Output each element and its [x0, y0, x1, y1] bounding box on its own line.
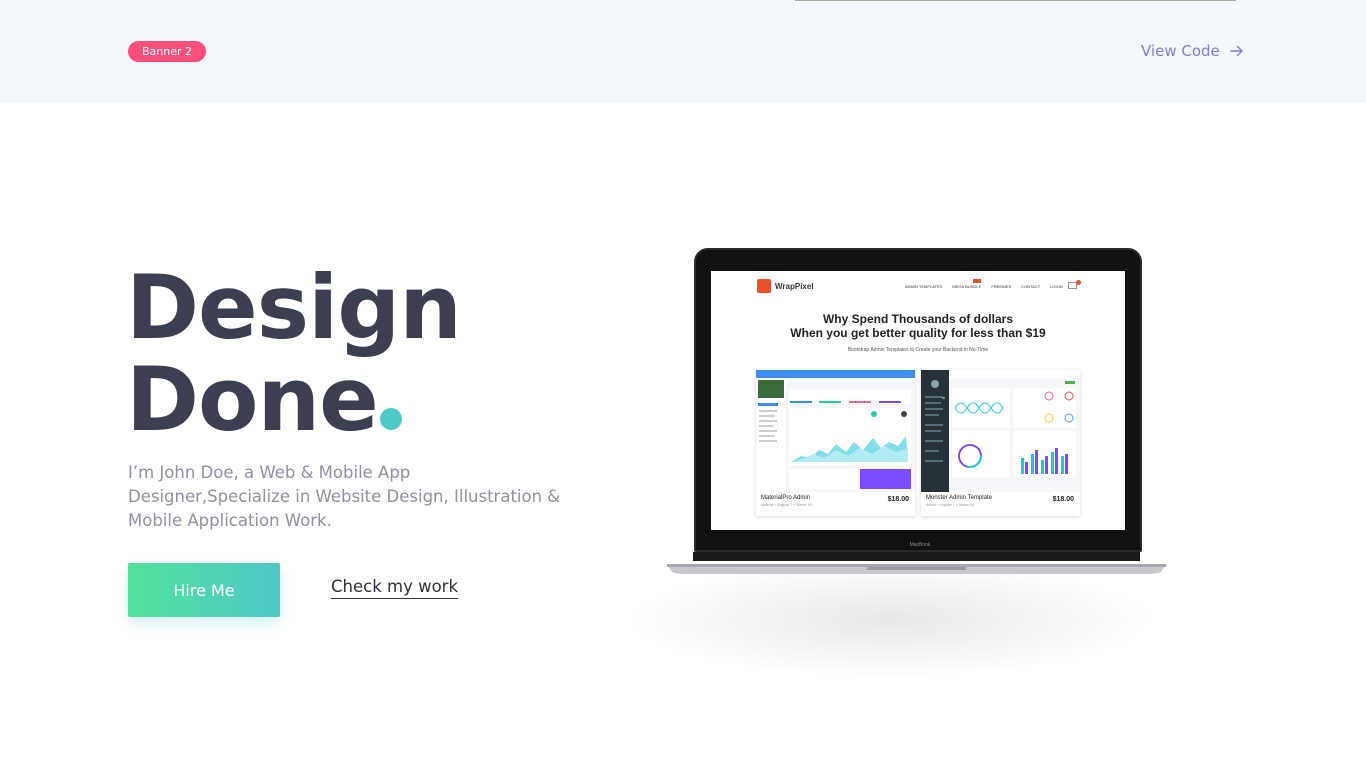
- product-price: $18.00: [1052, 496, 1074, 503]
- screen-menu-item: MEGA BUNDLE: [952, 284, 982, 289]
- wrappixel-logo-icon: [757, 279, 771, 293]
- check-my-work-link[interactable]: Check my work: [331, 577, 459, 599]
- screen-nav: WrapPixel ADMIN TEMPLATES MEGA BUNDLE FR…: [711, 271, 1125, 305]
- accent-dot: [379, 408, 402, 430]
- laptop-brand-label: MacBook: [909, 542, 931, 548]
- laptop-base: [667, 552, 1166, 574]
- product-name: MaterialPro Admin: [761, 495, 811, 501]
- screen-menu-item: FREEBIES: [991, 284, 1012, 289]
- screen-menu-item: LOGIN: [1050, 284, 1063, 289]
- view-code-link[interactable]: View Code: [1141, 40, 1244, 62]
- hero-title: Design Done: [126, 256, 462, 446]
- screen-logo-text: WrapPixel: [775, 282, 814, 291]
- product-preview: [921, 370, 1080, 492]
- screen-menu-item: ADMIN TEMPLATES: [905, 284, 943, 289]
- product-desc: Material + Angular 7 + Starter Kit: [761, 503, 812, 507]
- screen-new-badge: [973, 279, 981, 283]
- top-banner-bar: Banner 2 View Code: [0, 0, 1366, 103]
- hire-me-button[interactable]: Hire Me: [128, 563, 280, 617]
- screen-subheadline: Bootstrap Admin Templates to Create your…: [847, 347, 989, 353]
- screen-menu: ADMIN TEMPLATES MEGA BUNDLE FREEBIES CON…: [905, 284, 1063, 289]
- previous-section-edge: [795, 0, 1236, 1]
- screen-menu-item: CONTACT: [1021, 284, 1041, 289]
- product-card: Monster Admin Template Admin + Angular 7…: [921, 370, 1080, 516]
- hero-title-line-2: Done: [126, 348, 379, 451]
- product-preview: [756, 370, 915, 492]
- laptop-screen: WrapPixel ADMIN TEMPLATES MEGA BUNDLE FR…: [711, 271, 1125, 530]
- screen-headline: Why Spend Thousands of dollars When you …: [711, 312, 1125, 340]
- product-card: MaterialPro Admin Material + Angular 7 +…: [756, 370, 915, 516]
- dashboard-preview-image: [921, 370, 1080, 492]
- banner-badge: Banner 2: [128, 41, 206, 62]
- product-name: Monster Admin Template: [926, 495, 992, 501]
- product-desc: Admin + Angular 7 + Starter Kit: [926, 503, 975, 507]
- hero-description: I’m John Doe, a Web & Mobile App Designe…: [128, 463, 561, 530]
- arrow-right-icon: [1230, 45, 1243, 57]
- hero-title-line-1: Design: [126, 256, 462, 359]
- hero-title-line-2-wrap: Done: [126, 354, 461, 446]
- cart-badge: [1076, 280, 1081, 285]
- screen-headline-line-1: Why Spend Thousands of dollars: [822, 312, 1013, 326]
- laptop-shadow: [620, 560, 1160, 680]
- view-code-label: View Code: [1141, 42, 1220, 60]
- screen-headline-line-2: When you get better quality for less tha…: [790, 326, 1046, 340]
- dashboard-preview-image: [756, 370, 915, 492]
- product-price: $18.00: [887, 496, 909, 503]
